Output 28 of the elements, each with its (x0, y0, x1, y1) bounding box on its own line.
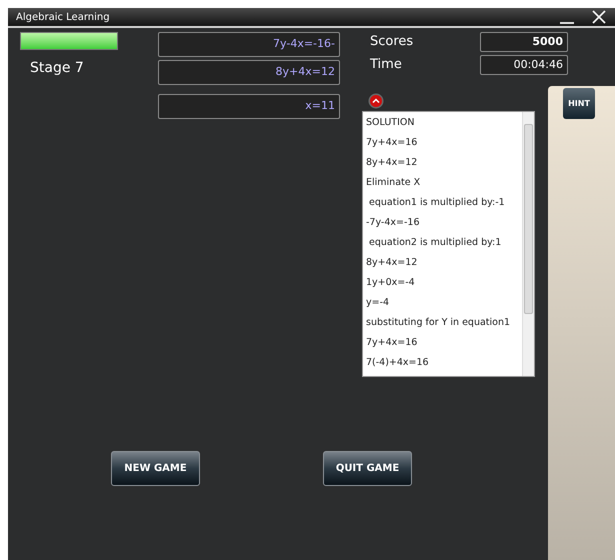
window-title: Algebraic Learning (16, 10, 110, 24)
game-button[interactable]: NEW GAME (111, 451, 200, 486)
scores-field: 5000 (480, 32, 568, 52)
equation-field: 7y-4x=-16- (158, 32, 340, 57)
solution-line: 7y+4x=16 (366, 136, 418, 150)
solution-line: equation2 is multiplied by:1 (368, 236, 502, 250)
scores-label: Scores (370, 33, 414, 51)
solution-line: SOLUTION (366, 116, 416, 130)
solution-line: equation1 is multiplied by:-1 (368, 196, 506, 210)
solution-line: 8y+4x=12 (366, 256, 418, 270)
game-button[interactable]: QUIT GAME (323, 451, 412, 486)
solution-line: substituting for Y in equation1 (366, 316, 512, 330)
equation-field: 8y+4x=12 (158, 60, 340, 85)
solution-line: 7(-4)+4x=16 (366, 356, 430, 370)
solution-line: y=-4 (366, 296, 390, 310)
solution-line: -7y-4x=-16 (366, 216, 420, 230)
time-label: Time (370, 56, 403, 74)
solution-line: 8y+4x=12 (366, 156, 418, 170)
hint-button[interactable]: HINT (563, 88, 595, 119)
solution-line: 1y+0x=-4 (366, 276, 416, 290)
answer-field: x=11 (158, 94, 340, 119)
collapse-icon[interactable] (368, 92, 384, 108)
solution-line: Eliminate X (366, 176, 422, 190)
solution-line: 7y+4x=16 (366, 336, 418, 350)
time-field: 00:04:46 (480, 55, 568, 75)
scrollbar[interactable] (522, 112, 534, 376)
stage-label: Stage 7 (30, 59, 85, 78)
close-icon[interactable] (591, 9, 607, 25)
